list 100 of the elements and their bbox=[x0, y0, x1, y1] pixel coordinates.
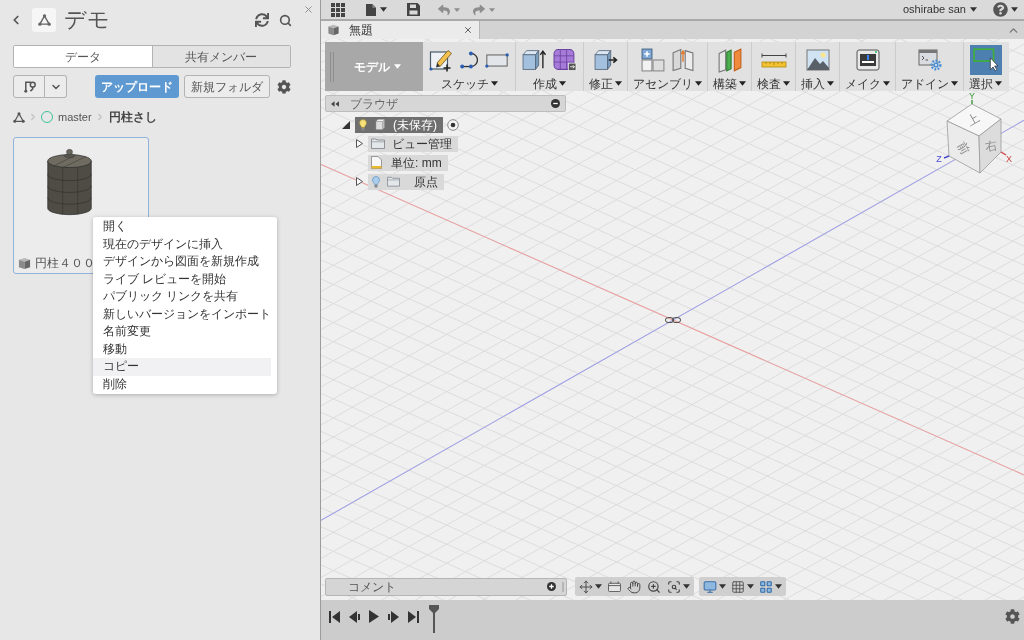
cube-face-label: 右 bbox=[983, 138, 998, 155]
toolbar-menu-button[interactable]: 修正 bbox=[589, 76, 622, 91]
origin-icon bbox=[665, 316, 681, 324]
planes-icon[interactable] bbox=[716, 45, 743, 75]
orbit-button[interactable] bbox=[579, 579, 602, 594]
branch-dropdown-button[interactable] bbox=[45, 75, 67, 98]
step-back-icon[interactable] bbox=[349, 611, 360, 623]
caret-icon bbox=[1011, 7, 1018, 12]
caret-icon bbox=[747, 584, 754, 589]
document-icon bbox=[371, 156, 382, 169]
collapsed-triangle-icon[interactable] bbox=[355, 177, 363, 186]
branch-button[interactable] bbox=[13, 75, 45, 98]
apps-grid-icon[interactable] bbox=[331, 2, 345, 17]
caret-icon bbox=[454, 7, 460, 12]
cube-icon bbox=[18, 256, 31, 270]
playhead-marker[interactable] bbox=[429, 605, 439, 633]
search-icon[interactable] bbox=[279, 13, 292, 27]
toolbar-menu-button[interactable]: アセンブリ bbox=[633, 76, 702, 91]
toolbar-menu-button[interactable]: 選択 bbox=[969, 76, 1002, 91]
close-icon[interactable] bbox=[463, 25, 473, 35]
cube-face-label: 上 bbox=[964, 110, 983, 129]
menu-item[interactable]: コピー bbox=[93, 358, 271, 376]
chevron-right-icon bbox=[28, 112, 38, 122]
select-cursor-icon[interactable] bbox=[969, 45, 1002, 75]
light-bulb-icon[interactable] bbox=[359, 118, 367, 131]
new-folder-button[interactable]: 新規フォルダ bbox=[184, 75, 270, 98]
caret-icon bbox=[970, 7, 977, 12]
grid-settings-button[interactable] bbox=[731, 579, 754, 594]
hand-icon[interactable] bbox=[627, 579, 641, 594]
collapsed-triangle-icon[interactable] bbox=[355, 139, 363, 148]
hub-logo-icon bbox=[32, 8, 56, 32]
toolbar-menu-button[interactable]: 挿入 bbox=[801, 76, 834, 91]
caret-icon bbox=[394, 64, 401, 69]
branch-icon bbox=[22, 80, 36, 93]
move-arrows-icon bbox=[579, 579, 593, 594]
tab[interactable]: 共有メンバー bbox=[151, 46, 290, 67]
comments-title: コメント bbox=[348, 578, 396, 596]
caret-icon bbox=[380, 7, 387, 12]
grid-icon bbox=[731, 579, 745, 594]
caret-icon bbox=[559, 81, 566, 86]
settings-icon[interactable] bbox=[1005, 609, 1020, 624]
toolbar-menu-button[interactable]: メイク bbox=[845, 76, 890, 91]
branch-link[interactable]: master bbox=[58, 108, 92, 126]
viewports-button[interactable] bbox=[759, 579, 782, 594]
skip-to-start-icon[interactable] bbox=[329, 611, 340, 623]
caret-icon bbox=[827, 81, 834, 86]
radio-icon[interactable] bbox=[447, 118, 459, 131]
caret-icon bbox=[951, 81, 958, 86]
toolbar-menu-button[interactable]: アドイン bbox=[901, 76, 958, 91]
tab[interactable]: データ bbox=[14, 46, 152, 67]
zoom-in-icon[interactable] bbox=[647, 579, 661, 594]
collapse-icon[interactable] bbox=[331, 100, 339, 107]
toolbar-menu-button[interactable]: 構築 bbox=[713, 76, 746, 91]
close-icon[interactable] bbox=[303, 4, 314, 15]
file-icon bbox=[366, 3, 376, 16]
play-icon[interactable] bbox=[369, 610, 379, 623]
toolbar-menu-button[interactable]: 作成 bbox=[533, 76, 566, 91]
file-name: 円柱４００ bbox=[35, 255, 95, 272]
step-forward-icon[interactable] bbox=[388, 611, 399, 623]
cube-face-label: 前 bbox=[954, 139, 973, 158]
caret-icon bbox=[615, 81, 622, 86]
toolbar-menu-button[interactable]: スケッチ bbox=[440, 76, 498, 91]
axis-label: Y bbox=[969, 92, 975, 101]
minus-circle-icon[interactable] bbox=[551, 99, 560, 108]
component-cube-icon bbox=[375, 119, 385, 130]
cylinder-drawing bbox=[47, 148, 92, 216]
caret-icon bbox=[719, 584, 726, 589]
caret-icon bbox=[783, 81, 790, 86]
zoom-window-button[interactable] bbox=[667, 579, 690, 594]
help-button[interactable] bbox=[993, 2, 1018, 17]
caret-icon bbox=[683, 584, 690, 589]
expanded-triangle-icon[interactable] bbox=[342, 120, 350, 129]
cubes-plus-icon[interactable] bbox=[640, 45, 666, 75]
undo-icon bbox=[437, 3, 451, 16]
current-folder: 円柱さし bbox=[108, 109, 157, 126]
monitor-icon bbox=[703, 579, 717, 594]
four-pane-icon bbox=[759, 579, 773, 594]
tree-node[interactable]: (未保存) bbox=[355, 116, 443, 133]
display-settings-button[interactable] bbox=[703, 579, 726, 594]
axis-label: X bbox=[1006, 154, 1012, 164]
user-menu-button[interactable]: oshirabe san bbox=[903, 1, 977, 18]
toolbar-menu-button[interactable]: 検査 bbox=[757, 76, 790, 91]
skip-to-end-icon[interactable] bbox=[408, 611, 419, 623]
caret-icon bbox=[595, 584, 602, 589]
help-icon bbox=[993, 2, 1008, 17]
plus-circle-icon[interactable] bbox=[547, 582, 556, 591]
project-title: デモ bbox=[64, 9, 110, 31]
document-tab[interactable]: 無題 bbox=[321, 21, 480, 39]
caret-icon bbox=[883, 81, 890, 86]
folder-icon bbox=[371, 138, 385, 149]
caret-icon bbox=[489, 7, 495, 12]
settings-icon[interactable] bbox=[277, 79, 291, 94]
file-menu-button[interactable] bbox=[366, 3, 387, 16]
refresh-icon[interactable] bbox=[255, 13, 269, 27]
window-icon[interactable] bbox=[608, 581, 621, 592]
save-icon[interactable] bbox=[407, 3, 420, 16]
tree-node[interactable]: 原点 bbox=[368, 173, 444, 190]
tree-node[interactable]: 単位: mm bbox=[368, 154, 448, 171]
caret-icon bbox=[739, 81, 746, 86]
tree-node[interactable]: ビュー管理 bbox=[368, 135, 458, 152]
